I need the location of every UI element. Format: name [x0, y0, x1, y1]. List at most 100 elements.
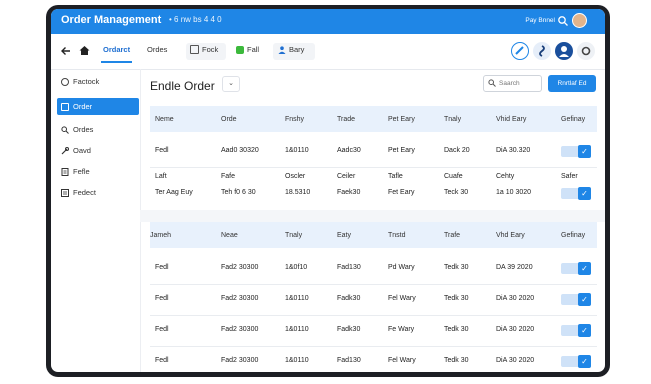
- column-header[interactable]: Eaty: [337, 232, 351, 239]
- table-cell: DA 39 2020: [496, 264, 533, 271]
- column-header[interactable]: Neae: [221, 232, 238, 239]
- column-header[interactable]: Orde: [221, 116, 237, 123]
- sidebar-item-label: Ordes: [73, 125, 94, 134]
- wrench-icon: [61, 146, 69, 154]
- device-frame: Order Management • 6 nw bs 4 4 0 Pay Bnn…: [46, 5, 610, 377]
- table-cell: Fad2 30300: [221, 264, 259, 271]
- check-icon: ✓: [578, 355, 591, 368]
- table-cell: Tedk 30: [444, 326, 469, 333]
- column-header[interactable]: Pet Eary: [388, 116, 415, 123]
- tab-label: Ordes: [147, 45, 168, 54]
- table-cell: Fedl: [155, 147, 169, 154]
- avatar[interactable]: [572, 13, 587, 28]
- sidebar-item-order[interactable]: Order: [57, 98, 139, 115]
- table-header: Jameh Neae Tnaly Eaty Tnstd Trafe Vhd Ea…: [150, 222, 597, 248]
- table-header: Neme Orde Fnshy Trade Pet Eary Tnaly Vhi…: [150, 106, 597, 132]
- row-toggle[interactable]: ✓: [561, 145, 591, 158]
- tab-fall[interactable]: Fall: [236, 45, 259, 54]
- table-cell: Cuafe: [444, 173, 463, 180]
- column-header[interactable]: Vhid Eary: [496, 116, 526, 123]
- table-cell: Fedl: [155, 264, 169, 271]
- sidebar-item-factock[interactable]: Factock: [57, 73, 139, 90]
- table-cell: Fel Wary: [388, 357, 416, 364]
- home-icon[interactable]: [79, 45, 90, 56]
- table-cell: 18.5310: [285, 189, 311, 196]
- table-cell: Dack 20: [444, 147, 470, 154]
- sidebar-item-label: Order: [73, 102, 93, 111]
- row-toggle[interactable]: ✓: [561, 262, 591, 275]
- column-header[interactable]: Tnstd: [388, 232, 406, 239]
- row-divider: [150, 346, 597, 347]
- clock-icon: [61, 77, 69, 86]
- column-header[interactable]: Vhd Eary: [496, 232, 525, 239]
- table-cell: Aad0 30320: [221, 147, 259, 154]
- check-icon: ✓: [578, 145, 591, 158]
- pen-button[interactable]: [511, 42, 529, 60]
- table-cell: Fad2 30300: [221, 326, 259, 333]
- app-title: Order Management: [61, 14, 162, 26]
- table-cell: Fedl: [155, 295, 169, 302]
- table-cell: Safer: [561, 173, 578, 180]
- row-toggle[interactable]: ✓: [561, 187, 591, 200]
- sidebar-item-label: Fefle: [73, 167, 90, 176]
- column-header[interactable]: Tnaly: [285, 232, 302, 239]
- column-header[interactable]: Gefinay: [561, 116, 585, 123]
- column-header[interactable]: Jameh: [150, 232, 171, 239]
- table-cell: Oscler: [285, 173, 306, 180]
- tab-ordes[interactable]: Ordes: [147, 45, 167, 54]
- check-icon: ✓: [578, 324, 591, 337]
- check-icon: ✓: [578, 293, 591, 306]
- hook-button[interactable]: [533, 42, 551, 60]
- checkbox-icon: [190, 45, 199, 54]
- table-cell: Fadk30: [337, 326, 361, 333]
- title-dropdown[interactable]: ⌄: [222, 76, 240, 92]
- column-header[interactable]: Trafe: [444, 232, 460, 239]
- user-name[interactable]: Pay Bnnel: [525, 17, 555, 24]
- column-header[interactable]: Tnaly: [444, 116, 461, 123]
- row-divider: [150, 167, 597, 168]
- table-cell: Fad130: [337, 357, 361, 364]
- settings-button[interactable]: [577, 42, 595, 60]
- row-toggle[interactable]: ✓: [561, 293, 591, 306]
- table-cell: 1&0110: [285, 357, 309, 364]
- tab-ordarct[interactable]: Ordarct: [100, 45, 133, 63]
- table-cell: Fad2 30300: [221, 295, 259, 302]
- sidebar-item-fefle[interactable]: Fefle: [57, 163, 139, 180]
- table-cell: Ceiler: [337, 173, 356, 180]
- search-icon[interactable]: [557, 15, 569, 27]
- table-cell: Laft: [155, 173, 167, 180]
- primary-action-button[interactable]: Rnrtlaf Ed: [548, 75, 596, 92]
- tab-fock[interactable]: Fock: [190, 45, 218, 54]
- table-cell: 1&0110: [285, 147, 309, 154]
- sidebar-item-fedect[interactable]: Fedect: [57, 184, 139, 201]
- column-header[interactable]: Trade: [337, 116, 355, 123]
- table-cell: Pd Wary: [388, 264, 415, 271]
- title-subtitle: • 6 nw bs 4 4 0: [169, 15, 222, 24]
- list-icon: [61, 188, 69, 197]
- profile-button[interactable]: [555, 42, 573, 60]
- sidebar-item-ordes[interactable]: Ordes: [57, 121, 139, 138]
- table-cell: 1&0110: [285, 326, 309, 333]
- tab-label: Fall: [247, 45, 260, 54]
- orders-table-2: Jameh Neae Tnaly Eaty Tnstd Trafe Vhd Ea…: [150, 222, 597, 372]
- row-divider: [150, 315, 597, 316]
- column-header[interactable]: Gefinay: [561, 232, 585, 239]
- title-bar: Order Management • 6 nw bs 4 4 0 Pay Bnn…: [51, 9, 605, 34]
- check-icon: ✓: [578, 187, 591, 200]
- column-header[interactable]: Fnshy: [285, 116, 304, 123]
- search-input[interactable]: Saarch: [483, 75, 542, 92]
- green-square-icon: [236, 45, 244, 54]
- row-toggle[interactable]: ✓: [561, 355, 591, 368]
- sidebar-item-oavd[interactable]: Oavd: [57, 142, 139, 159]
- table-cell: Cehty: [496, 173, 515, 180]
- search-placeholder: Saarch: [499, 80, 520, 87]
- column-header[interactable]: Neme: [155, 116, 174, 123]
- hook-icon: [539, 45, 545, 57]
- tab-label: Fock: [202, 45, 219, 54]
- user-icon: [559, 46, 569, 57]
- tab-bary[interactable]: Bary: [278, 45, 304, 54]
- table-cell: DiA 30 2020: [496, 326, 535, 333]
- table-cell: Tedk 30: [444, 357, 469, 364]
- row-toggle[interactable]: ✓: [561, 324, 591, 337]
- back-arrow-icon[interactable]: [61, 46, 71, 56]
